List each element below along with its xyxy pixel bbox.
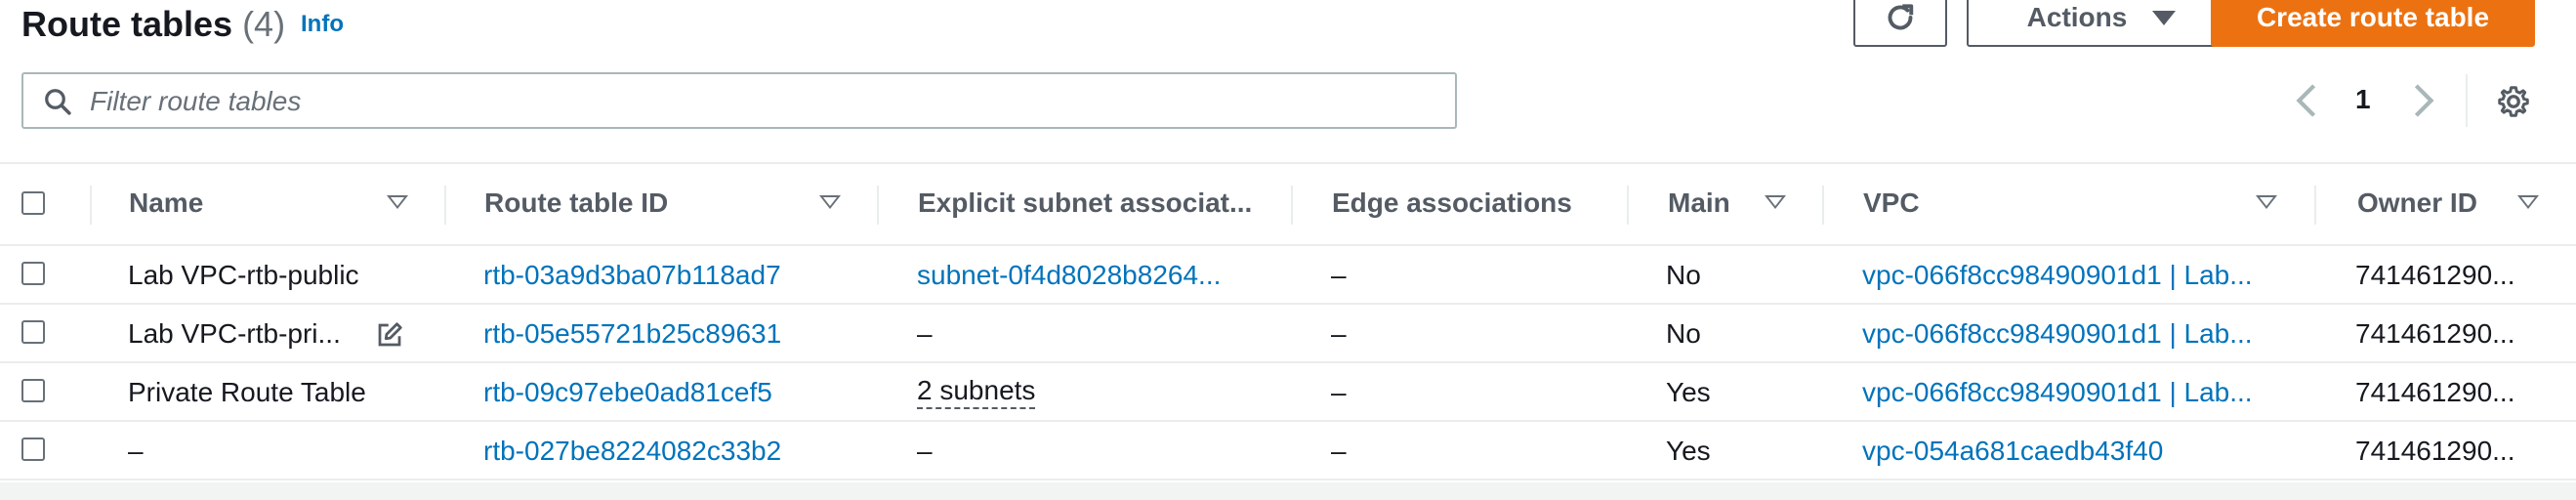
table-row[interactable]: Lab VPC-rtb-public rtb-03a9d3ba07b118ad7… (0, 246, 2576, 305)
table-row[interactable]: Lab VPC-rtb-pri... rtb-05e55721b25c89631… (0, 305, 2576, 363)
route-table-id-link[interactable]: rtb-03a9d3ba07b118ad7 (483, 260, 815, 291)
actions-label: Actions (2026, 2, 2128, 32)
sort-icon[interactable] (819, 195, 841, 209)
page-title-text: Route tables (21, 4, 233, 44)
sort-icon[interactable] (2256, 195, 2277, 209)
chevron-left-icon[interactable] (2293, 82, 2320, 119)
column-header-main[interactable]: Main (1668, 188, 1766, 219)
vpc-link[interactable]: vpc-066f8cc98490901d1 | Lab... (1862, 377, 2282, 408)
main-value: Yes (1666, 377, 1711, 407)
edge-associations-value: – (1331, 260, 1347, 290)
row-checkbox[interactable] (21, 379, 45, 402)
column-divider (1627, 186, 1629, 225)
edge-associations-value: – (1331, 436, 1347, 466)
column-divider (444, 186, 446, 225)
row-checkbox[interactable] (21, 320, 45, 344)
current-page-number[interactable]: 1 (2355, 84, 2371, 115)
route-table-name: Lab VPC-rtb-pri... (128, 318, 341, 349)
subnets-popover-trigger[interactable]: 2 subnets (917, 375, 1112, 409)
route-table-name: – (128, 436, 144, 466)
row-checkbox[interactable] (21, 438, 45, 461)
sort-icon[interactable] (2517, 195, 2539, 209)
page-title: Route tables (4) (21, 4, 285, 45)
vpc-link[interactable]: vpc-066f8cc98490901d1 | Lab... (1862, 318, 2282, 350)
filter-route-tables-field[interactable] (21, 72, 1457, 129)
route-table-count: (4) (242, 4, 286, 44)
vpc-link[interactable]: vpc-066f8cc98490901d1 | Lab... (1862, 260, 2282, 291)
sort-icon[interactable] (1765, 195, 1786, 209)
refresh-button[interactable] (1853, 0, 1947, 47)
gear-icon[interactable] (2496, 84, 2531, 119)
filter-input[interactable] (88, 80, 1439, 123)
column-divider (90, 186, 92, 225)
column-divider (877, 186, 879, 225)
main-value: No (1666, 260, 1701, 290)
column-divider (1822, 186, 1824, 225)
route-table-name: Lab VPC-rtb-public (128, 260, 359, 290)
route-table-name: Private Route Table (128, 377, 366, 407)
search-icon (45, 89, 71, 115)
table-row[interactable]: Private Route Table rtb-09c97ebe0ad81cef… (0, 363, 2576, 422)
route-table-id-link[interactable]: rtb-027be8224082c33b2 (483, 436, 815, 467)
edge-associations-value: – (1331, 377, 1347, 407)
chevron-right-icon[interactable] (2410, 82, 2437, 119)
info-link[interactable]: Info (301, 11, 344, 38)
main-value: Yes (1666, 436, 1711, 466)
column-header-edge-associations[interactable]: Edge associations (1332, 188, 1625, 219)
pagination-divider (2466, 74, 2468, 127)
create-route-table-label: Create route table (2256, 2, 2490, 32)
edit-icon[interactable] (375, 320, 404, 350)
create-route-table-button[interactable]: Create route table (2211, 0, 2535, 47)
column-header-route-table-id[interactable]: Route table ID (484, 188, 797, 219)
table-row[interactable]: – rtb-027be8224082c33b2 – – Yes vpc-054a… (0, 422, 2576, 480)
refresh-icon (1888, 4, 1914, 30)
actions-dropdown-button[interactable]: Actions (1967, 0, 2236, 47)
vpc-link[interactable]: vpc-054a681caedb43f40 (1862, 436, 2282, 467)
owner-id-value: 741461290... (2355, 318, 2515, 349)
route-table-id-link[interactable]: rtb-05e55721b25c89631 (483, 318, 815, 350)
route-table-id-link[interactable]: rtb-09c97ebe0ad81cef5 (483, 377, 815, 408)
table-header: Name Route table ID Explicit subnet asso… (0, 162, 2576, 246)
edge-associations-value: – (1331, 318, 1347, 349)
owner-id-value: 741461290... (2355, 260, 2515, 290)
row-checkbox[interactable] (21, 262, 45, 285)
owner-id-value: 741461290... (2355, 436, 2515, 466)
column-header-owner-id[interactable]: Owner ID (2357, 188, 2533, 219)
caret-down-icon (2152, 10, 2177, 25)
column-header-name[interactable]: Name (129, 188, 363, 219)
explicit-subnet-link[interactable]: subnet-0f4d8028b8264... (917, 260, 1254, 291)
column-header-vpc[interactable]: VPC (1863, 188, 2156, 219)
explicit-subnet-count[interactable]: 2 subnets (917, 375, 1036, 409)
explicit-subnet-value: – (917, 318, 933, 349)
column-divider (2314, 186, 2316, 225)
select-all-checkbox[interactable] (21, 191, 45, 215)
table-footer-band (0, 482, 2576, 500)
explicit-subnet-value: – (917, 436, 933, 466)
column-header-explicit-subnet[interactable]: Explicit subnet associat... (918, 188, 1299, 219)
owner-id-value: 741461290... (2355, 377, 2515, 407)
sort-icon[interactable] (387, 195, 408, 209)
main-value: No (1666, 318, 1701, 349)
column-divider (1291, 186, 1293, 225)
